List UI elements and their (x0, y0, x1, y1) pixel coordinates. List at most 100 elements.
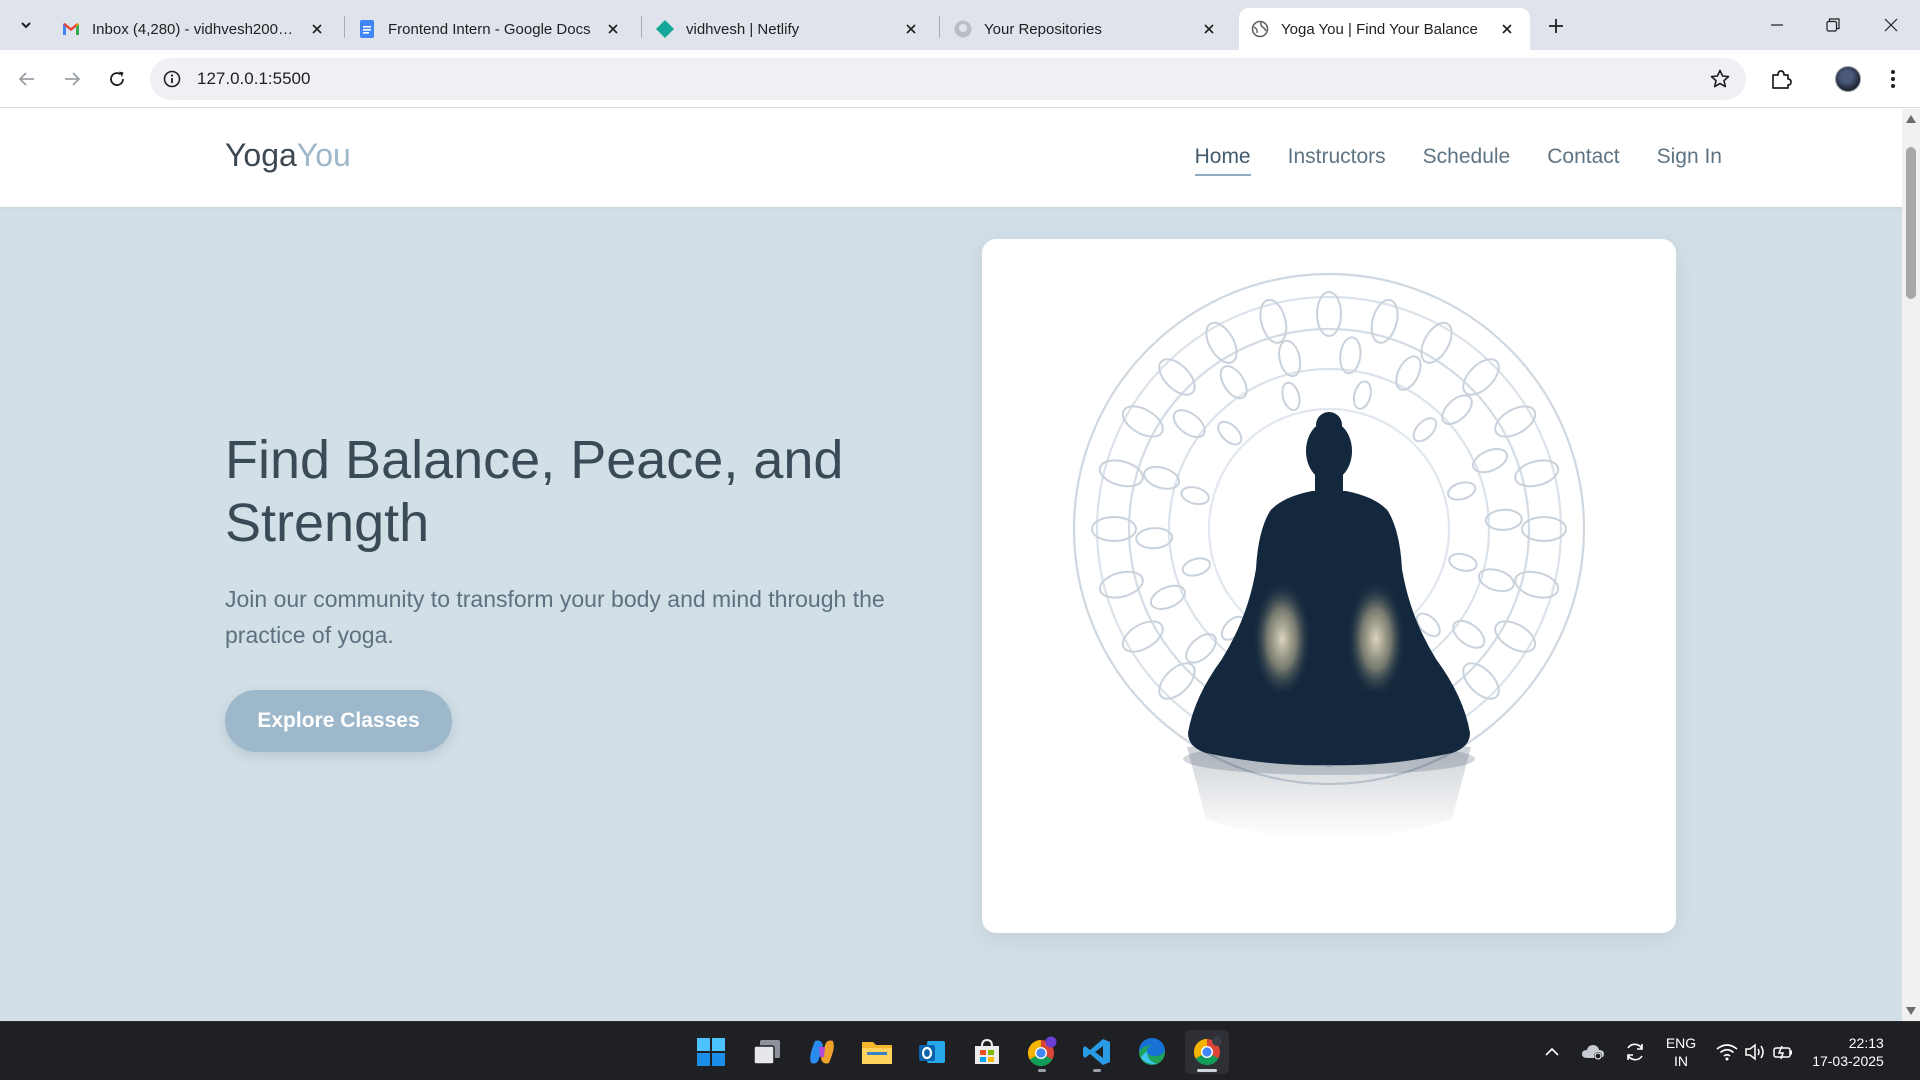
netlify-icon (656, 20, 674, 38)
chrome-icon (1193, 1036, 1222, 1066)
close-icon[interactable] (602, 18, 624, 40)
extensions-button[interactable] (1764, 62, 1798, 96)
mandala-petal (1181, 557, 1211, 577)
mandala-petal (1205, 321, 1238, 364)
running-indicator (1093, 1069, 1101, 1072)
close-icon[interactable] (1496, 18, 1518, 40)
tab-google-docs[interactable]: Frontend Intern - Google Docs (346, 8, 636, 50)
more-vert-icon (1891, 70, 1895, 88)
tab-netlify[interactable]: vidhvesh | Netlify (644, 8, 934, 50)
address-bar[interactable]: 127.0.0.1:5500 (150, 58, 1746, 100)
reload-icon (110, 71, 124, 86)
reload-button[interactable] (99, 61, 135, 97)
logo-accent: You (296, 137, 351, 173)
close-window-button[interactable] (1868, 8, 1914, 42)
copilot-button[interactable] (800, 1030, 844, 1074)
mandala-petal (1121, 405, 1164, 438)
close-icon (1884, 18, 1898, 32)
store-button[interactable] (965, 1030, 1009, 1074)
scroll-down-icon[interactable] (1906, 1007, 1916, 1015)
tab-search-button[interactable] (10, 10, 42, 40)
speaker-icon (1745, 1042, 1764, 1061)
clock-date: 17-03-2025 (1812, 1052, 1884, 1069)
url-text[interactable]: 127.0.0.1:5500 (197, 69, 310, 89)
nav-link-contact[interactable]: Contact (1547, 145, 1619, 173)
hero-image-card (982, 239, 1676, 933)
meditation-illustration (1072, 272, 1586, 839)
mandala-petal (1395, 355, 1422, 391)
chrome-profile-button[interactable] (1020, 1030, 1064, 1074)
tab-gmail[interactable]: Inbox (4,280) - vidhvesh2003@gmail.com (50, 8, 340, 50)
page-scrollbar[interactable] (1902, 109, 1920, 1021)
tab-separator (939, 16, 940, 38)
clock-button[interactable]: 22:13 17-03-2025 (1808, 1022, 1888, 1080)
outlook-icon (919, 1041, 945, 1063)
windows-start-icon (697, 1038, 725, 1066)
site-info-icon[interactable] (160, 67, 184, 91)
mandala-petal (1462, 358, 1500, 396)
tab-title: vidhvesh | Netlify (686, 20, 800, 38)
chrome-button[interactable] (1185, 1030, 1229, 1074)
wifi-icon (1716, 1043, 1738, 1060)
mandala-petal (1180, 486, 1210, 506)
minimize-button[interactable] (1754, 8, 1800, 42)
nav-link-home[interactable]: Home (1194, 145, 1251, 176)
browser-menu-button[interactable] (1876, 62, 1910, 96)
mandala-petal (1472, 448, 1509, 474)
mandala-petal (1172, 409, 1206, 439)
close-icon[interactable] (1198, 18, 1220, 40)
mandala-petal (1143, 465, 1181, 490)
tab-yoga-you[interactable]: Yoga You | Find Your Balance (1239, 8, 1530, 50)
windows-taskbar: ENG IN 22:13 17-03-2025 (0, 1021, 1920, 1080)
mandala-petal (1462, 662, 1500, 700)
scrollbar-thumb[interactable] (1906, 147, 1916, 299)
running-indicator (1197, 1069, 1217, 1072)
battery-button[interactable] (1770, 1022, 1796, 1080)
nav-link-instructors[interactable]: Instructors (1288, 145, 1386, 173)
chrome-profile-icon (1027, 1036, 1057, 1067)
new-tab-button[interactable] (1542, 12, 1570, 40)
gmail-icon (62, 20, 80, 38)
vscode-icon (1083, 1039, 1110, 1065)
wifi-button[interactable] (1714, 1022, 1740, 1080)
task-view-icon (753, 1040, 780, 1065)
forward-button[interactable] (54, 61, 90, 97)
close-icon[interactable] (900, 18, 922, 40)
file-explorer-button[interactable] (855, 1030, 899, 1074)
nav-link-schedule[interactable]: Schedule (1423, 145, 1511, 173)
light-glow (1346, 579, 1406, 699)
outlook-button[interactable] (910, 1030, 954, 1074)
logo-main: Yoga (225, 137, 297, 173)
show-hidden-icons-button[interactable] (1536, 1022, 1568, 1080)
clock-time: 22:13 (1848, 1034, 1884, 1051)
volume-button[interactable] (1742, 1022, 1768, 1080)
vscode-button[interactable] (1075, 1030, 1119, 1074)
restore-button[interactable] (1810, 8, 1856, 42)
profile-button[interactable] (1831, 62, 1865, 96)
edge-icon (1138, 1037, 1165, 1065)
language-indicator[interactable]: ENG IN (1660, 1022, 1702, 1080)
sync-button[interactable] (1620, 1022, 1650, 1080)
start-button[interactable] (689, 1030, 733, 1074)
bookmark-star-icon[interactable] (1708, 67, 1732, 91)
task-view-button[interactable] (745, 1030, 789, 1074)
scroll-up-icon[interactable] (1906, 115, 1916, 123)
onedrive-button[interactable] (1578, 1022, 1608, 1080)
tab-github[interactable]: Your Repositories (942, 8, 1232, 50)
site-logo[interactable]: YogaYou (225, 137, 351, 174)
nav-link-sign-in[interactable]: Sign In (1657, 145, 1722, 173)
mandala-petal (1352, 380, 1372, 410)
arrow-right-icon (65, 72, 81, 86)
mandala-petal (1149, 584, 1186, 610)
tab-title: Your Repositories (984, 20, 1102, 38)
close-icon[interactable] (306, 18, 328, 40)
page-viewport: YogaYou Home Instructors Schedule Contac… (0, 109, 1902, 1021)
mandala-petal (1219, 365, 1248, 400)
edge-button[interactable] (1130, 1030, 1174, 1074)
back-button[interactable] (9, 61, 45, 97)
chevron-up-icon (1545, 1047, 1559, 1056)
explore-classes-button[interactable]: Explore Classes (225, 690, 452, 752)
mandala-petal (1448, 552, 1478, 572)
mandala-petal (1477, 568, 1515, 593)
mandala-petal (1447, 481, 1477, 501)
